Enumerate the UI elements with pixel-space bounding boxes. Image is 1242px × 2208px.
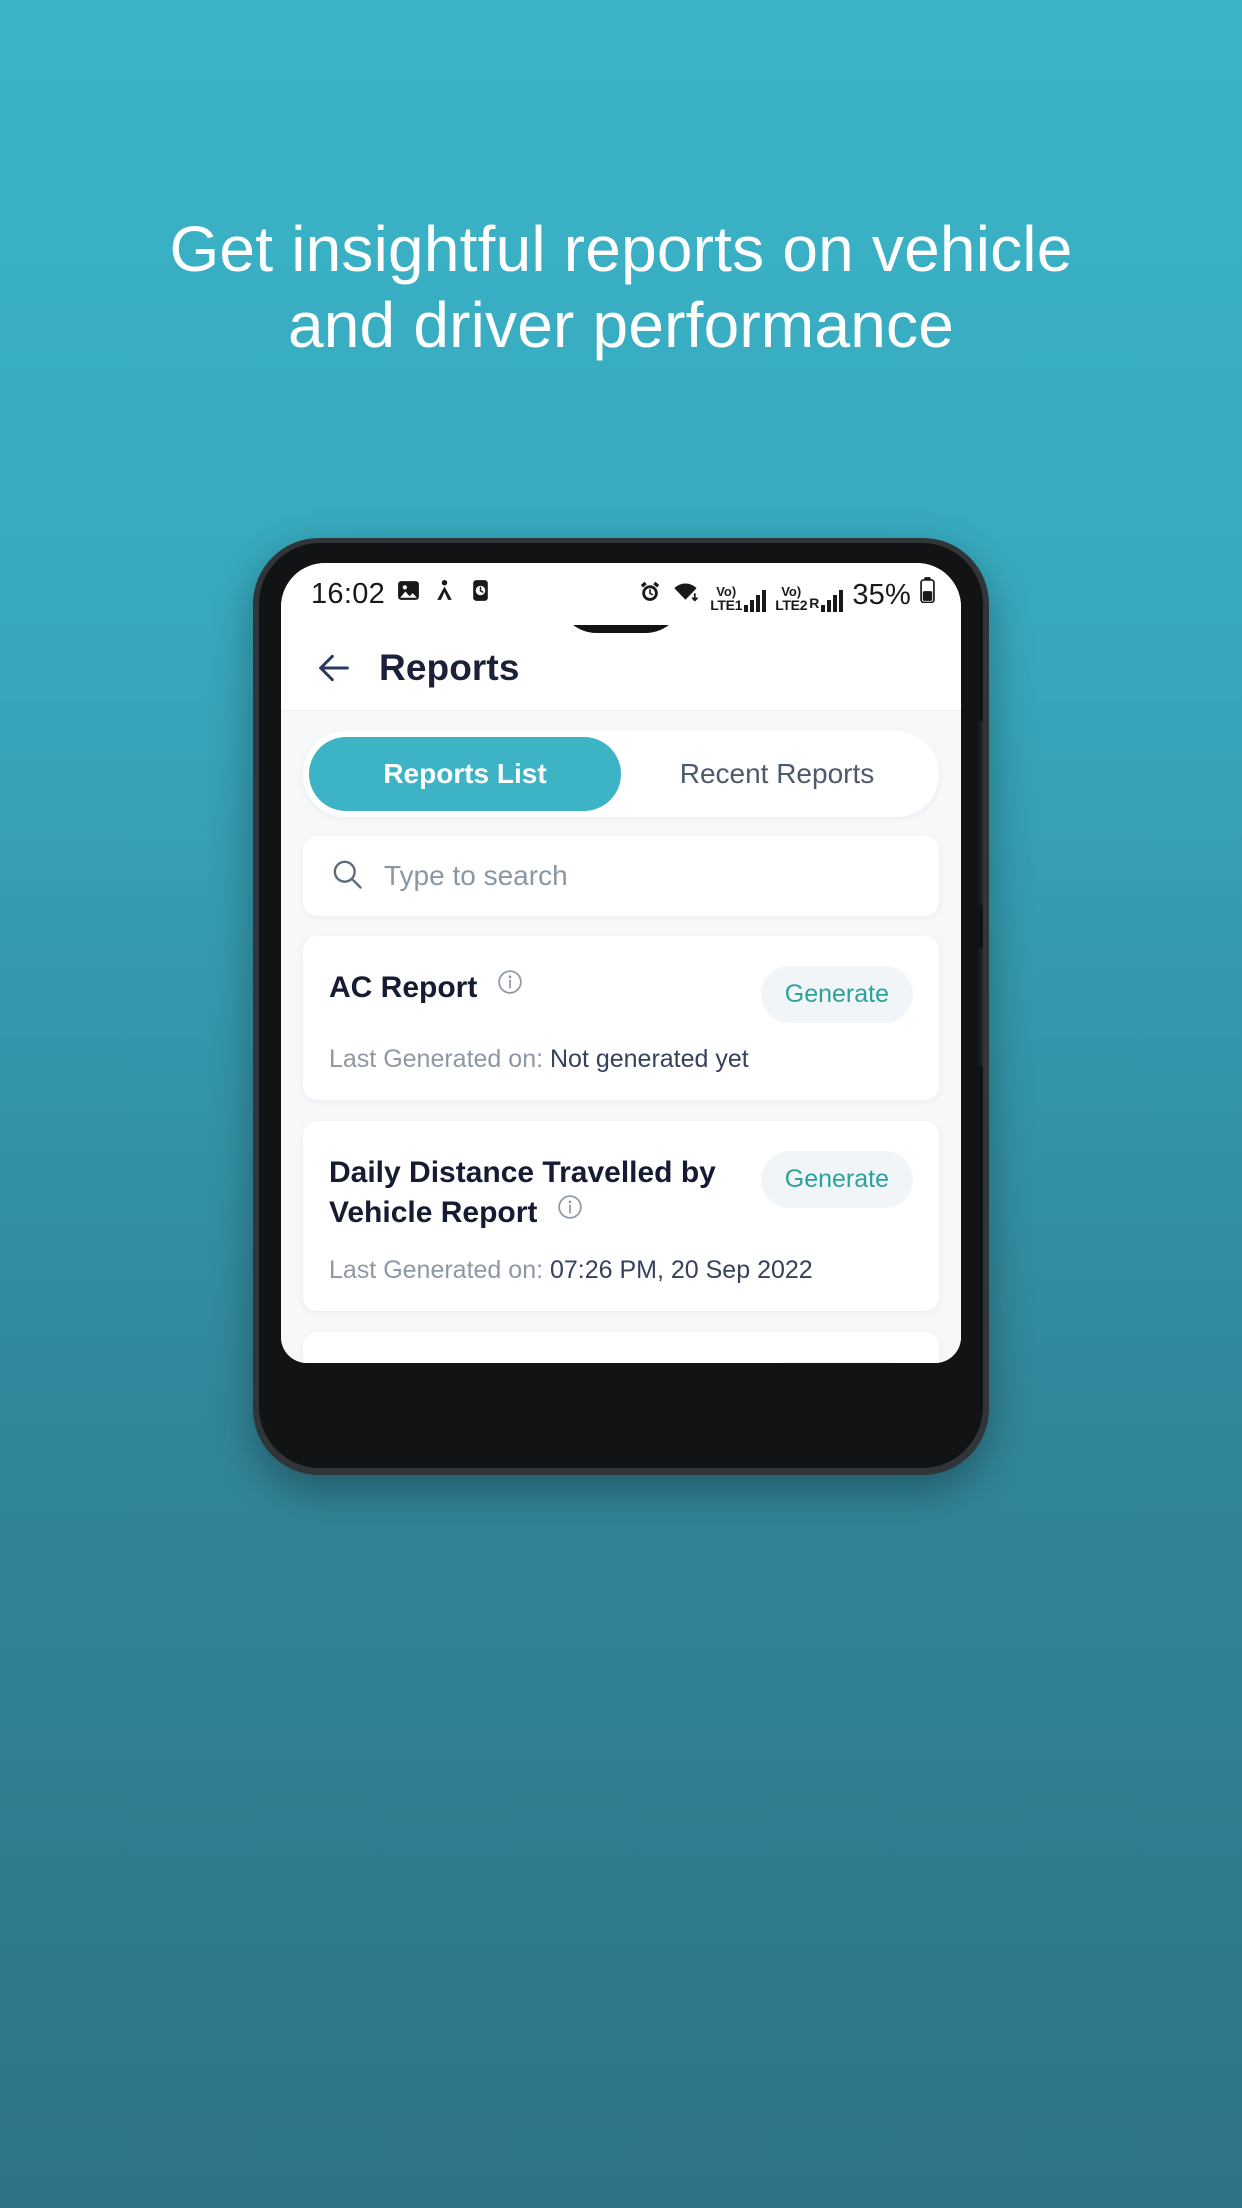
battery-icon xyxy=(920,576,935,610)
status-bar-left: 16:02 xyxy=(311,578,493,611)
generate-button[interactable]: Generate xyxy=(760,966,913,1023)
phone-mockup: 16:02 Vo) LTE1 Vo) LTE2 R 35% Reports Re… xyxy=(253,538,989,1475)
signal-bars-2 xyxy=(821,589,844,612)
report-title: Daily Distance Travelled by Vehicle Repo… xyxy=(329,1156,716,1229)
reports-list: AC Report Generate Last Generated on: No… xyxy=(303,936,939,1363)
battery-percent: 35% xyxy=(852,578,911,611)
last-generated-label: Last Generated on: xyxy=(329,1255,550,1284)
report-title: AC Report xyxy=(329,971,478,1004)
power-button[interactable] xyxy=(978,721,983,905)
promo-headline: Get insightful reports on vehicle and dr… xyxy=(169,213,1073,361)
card-header: Time Interval Based Distance Report Gene… xyxy=(329,1356,913,1363)
search-input[interactable] xyxy=(384,860,913,892)
volte1-signal-icon: Vo) LTE1 xyxy=(710,583,767,613)
volte2-bottom-label: LTE2 xyxy=(775,596,808,613)
last-generated-label: Last Generated on: xyxy=(329,1045,550,1073)
search-icon xyxy=(329,856,365,897)
phone-body: 16:02 Vo) LTE1 Vo) LTE2 R 35% Reports Re… xyxy=(259,543,983,1468)
arrow-left-icon xyxy=(319,654,349,681)
volte2-signal-icon: Vo) LTE2 R xyxy=(775,583,844,613)
last-generated: Last Generated on: Not generated yet xyxy=(329,1045,913,1074)
report-title-wrap: Daily Distance Travelled by Vehicle Repo… xyxy=(329,1145,747,1234)
tab-bar: Reports List Recent Reports xyxy=(303,731,939,817)
people-icon xyxy=(432,578,457,610)
page-title: Reports xyxy=(379,646,520,688)
volte1-top-label: Vo) xyxy=(716,583,737,599)
info-icon[interactable] xyxy=(556,1192,584,1232)
tab-reports-list[interactable]: Reports List xyxy=(309,737,621,811)
alarm-icon xyxy=(637,579,663,612)
image-icon xyxy=(396,578,421,610)
last-generated: Last Generated on: 07:26 PM, 20 Sep 2022 xyxy=(329,1256,913,1285)
list-item[interactable]: Daily Distance Travelled by Vehicle Repo… xyxy=(303,1121,939,1311)
info-icon[interactable] xyxy=(496,967,524,1007)
volte1-bottom-label: LTE1 xyxy=(710,596,743,613)
back-button[interactable] xyxy=(311,645,357,691)
volume-button[interactable] xyxy=(978,948,983,1066)
generate-button[interactable]: Generate xyxy=(760,1361,913,1363)
card-header: Daily Distance Travelled by Vehicle Repo… xyxy=(329,1145,913,1234)
last-generated-value: Not generated yet xyxy=(549,1045,749,1073)
app-content: Reports List Recent Reports AC R xyxy=(281,711,961,1363)
app-bar: Reports xyxy=(281,625,961,711)
last-generated-value: 07:26 PM, 20 Sep 2022 xyxy=(549,1255,813,1284)
roaming-indicator: R xyxy=(809,594,820,611)
report-title-wrap: AC Report xyxy=(329,960,747,1009)
wifi-icon xyxy=(672,579,701,612)
signal-bars-1 xyxy=(744,589,767,612)
tab-recent-reports[interactable]: Recent Reports xyxy=(621,737,933,811)
list-item[interactable]: AC Report Generate Last Generated on: No… xyxy=(303,936,939,1100)
list-item[interactable]: Time Interval Based Distance Report Gene… xyxy=(303,1331,939,1363)
generate-button[interactable]: Generate xyxy=(760,1151,913,1208)
report-title-wrap: Time Interval Based Distance Report xyxy=(329,1356,747,1363)
volte2-top-label: Vo) xyxy=(781,583,802,599)
card-header: AC Report Generate xyxy=(329,960,913,1023)
status-bar-right: Vo) LTE1 Vo) LTE2 R 35% xyxy=(637,576,935,613)
status-bar: 16:02 Vo) LTE1 Vo) LTE2 R 35% xyxy=(281,563,961,625)
status-time: 16:02 xyxy=(311,577,386,610)
clock-box-icon xyxy=(468,578,493,610)
search-bar[interactable] xyxy=(303,836,939,916)
phone-screen: 16:02 Vo) LTE1 Vo) LTE2 R 35% Reports Re… xyxy=(281,563,961,1363)
